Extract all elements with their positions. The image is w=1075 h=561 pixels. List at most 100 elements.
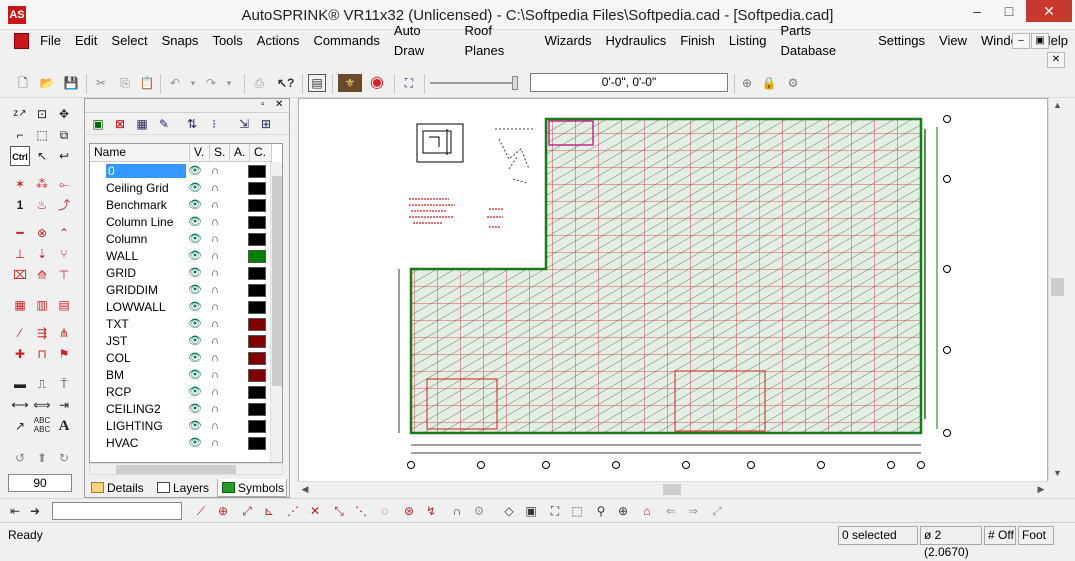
text-icon[interactable]: A [54,416,74,436]
layer-row[interactable]: BM 👁 ∩ [90,367,272,384]
new-file-icon[interactable]: 🗋 [14,74,32,92]
zoom-slider-thumb[interactable] [512,76,518,90]
menu-settings[interactable]: Settings [871,31,932,51]
snap-nearest-icon[interactable]: ⋰ [284,502,302,520]
window-select-icon[interactable]: ⬚ [32,125,52,145]
snap-magnet-icon[interactable]: ∩ [208,164,222,178]
view-fit-icon[interactable]: ⛶ [546,502,564,520]
coordinates-field[interactable]: 0'-0", 0'-0" [530,73,728,92]
visible-eye-icon[interactable]: 👁 [188,249,202,263]
minimize-button[interactable]: – [961,0,993,22]
menu-edit[interactable]: Edit [68,31,104,51]
snap-quadrant-icon[interactable]: ◌ [376,502,394,520]
layer-row[interactable]: WALL 👁 ∩ [90,248,272,265]
layer-hscroll-thumb[interactable] [116,465,236,474]
layer-row[interactable]: RCP 👁 ∩ [90,384,272,401]
col-active-header[interactable]: A. [230,144,250,162]
flow-icon[interactable]: ⇶ [32,323,52,343]
snap-magnet-icon[interactable]: ∩ [208,368,222,382]
menu-listing[interactable]: Listing [722,31,774,51]
snap-settings-icon[interactable]: ⚙ [470,502,488,520]
layer-color-swatch[interactable] [248,284,266,297]
status-units[interactable]: Foot [1018,526,1054,545]
layer-import-icon[interactable]: ⇲ [235,116,253,132]
view-zoom-icon[interactable]: ⚲ [592,502,610,520]
properties-icon[interactable]: ▤ [308,74,326,92]
layer-color-swatch[interactable] [248,403,266,416]
close-button[interactable]: ✕ [1026,0,1072,22]
lock-icon[interactable]: 🔒 [760,74,778,92]
menu-finish[interactable]: Finish [673,31,722,51]
menu-parts-database[interactable]: Parts Database [773,21,871,61]
col-visible-header[interactable]: V. [190,144,210,162]
snap-magnet-icon[interactable]: ∩ [208,334,222,348]
layer-color-swatch[interactable] [248,301,266,314]
panel-close-icon[interactable]: ✕ [275,99,283,110]
snap-magnet-icon[interactable]: ∩ [208,266,222,280]
chain-dim-icon[interactable]: ⟺ [32,395,52,415]
menu-auto-draw[interactable]: Auto Draw [387,21,458,61]
zoom-window-icon[interactable]: ⊡ [32,104,52,124]
layer-scroll-thumb[interactable] [272,176,282,386]
snap-magnet-icon[interactable]: ∩ [208,215,222,229]
layer-row[interactable]: TXT 👁 ∩ [90,316,272,333]
return-icon[interactable]: ↩ [54,146,74,166]
layer-color-swatch[interactable] [248,165,266,178]
fitting-icon[interactable]: ⌧ [10,265,30,285]
ordinate-dim-icon[interactable]: ⇥ [54,395,74,415]
menu-hydraulics[interactable]: Hydraulics [599,31,674,51]
visible-eye-icon[interactable]: 👁 [188,385,202,399]
elbow-icon[interactable]: ⌃ [54,223,74,243]
layer-row[interactable]: Benchmark 👁 ∩ [90,197,272,214]
scroll-right-arrow-icon[interactable]: ▶ [1034,482,1048,497]
drawing-canvas[interactable] [298,98,1048,496]
menu-tools[interactable]: Tools [205,31,249,51]
help-pointer-icon[interactable]: ↖? [276,74,294,92]
rotate-right-icon[interactable]: ↻ [54,448,74,468]
snap-magnet-icon[interactable]: ∩ [208,249,222,263]
mdi-restore-button[interactable]: ▣ [1031,33,1049,49]
snap-magnet-icon[interactable]: ∩ [208,198,222,212]
level-icon[interactable]: ⍑ [54,374,74,394]
system-icon[interactable]: ▦ [10,295,30,315]
arm-over-icon[interactable]: ⤴ [54,195,74,215]
target-icon[interactable]: ◉ [368,74,386,92]
open-folder-icon[interactable]: 📂 [38,74,56,92]
tab-details[interactable]: Details [87,479,151,497]
zoom-slider[interactable] [430,82,516,84]
abc-text-icon[interactable]: ABC ABC [32,416,52,436]
pipe-icon[interactable]: ━ [10,223,30,243]
layer-row[interactable]: 0 👁 ∩ [90,163,272,180]
command-input[interactable] [52,502,182,520]
linear-dim-icon[interactable]: ⟷ [10,395,30,415]
layer-color-swatch[interactable] [248,335,266,348]
view-zoom-in-icon[interactable]: ⊕ [614,502,632,520]
col-color-header[interactable]: C. [250,144,272,162]
visible-eye-icon[interactable]: 👁 [188,419,202,433]
visible-eye-icon[interactable]: 👁 [188,317,202,331]
panel-float-icon[interactable]: ▫ [261,99,265,110]
canvas-hscrollbar[interactable]: ◀ ▶ [298,481,1048,496]
layer-color-swatch[interactable] [248,233,266,246]
view-next-icon[interactable]: ⇒ [684,502,702,520]
coupling-icon[interactable]: ⊓ [32,344,52,364]
layer-filter-icon[interactable]: ⊞ [257,116,275,132]
layer-color-swatch[interactable] [248,199,266,212]
layer-color-swatch[interactable] [248,182,266,195]
axis-icon[interactable]: z↗ [10,104,30,124]
tee-icon[interactable]: ⊥ [10,244,30,264]
view-plan-icon[interactable]: ▣ [522,502,540,520]
col-snap-header[interactable]: S. [210,144,230,162]
pipe-connect-icon[interactable]: ⟜ [54,174,74,194]
paste-icon[interactable]: 📋 [138,74,156,92]
visible-eye-icon[interactable]: 👁 [188,402,202,416]
canvas-vscroll-thumb[interactable] [1051,278,1064,296]
layer-row[interactable]: GRIDDIM 👁 ∩ [90,282,272,299]
drop-icon[interactable]: ⇣ [32,244,52,264]
snap-magnet-icon[interactable]: ∩ [208,402,222,416]
leader-icon[interactable]: ↗ [10,416,30,436]
layer-sort-icon[interactable]: ⇅ [183,116,201,132]
layer-row[interactable]: COL 👁 ∩ [90,350,272,367]
snap-magnet-icon[interactable]: ∩ [208,181,222,195]
pan-icon[interactable]: ✥ [54,104,74,124]
